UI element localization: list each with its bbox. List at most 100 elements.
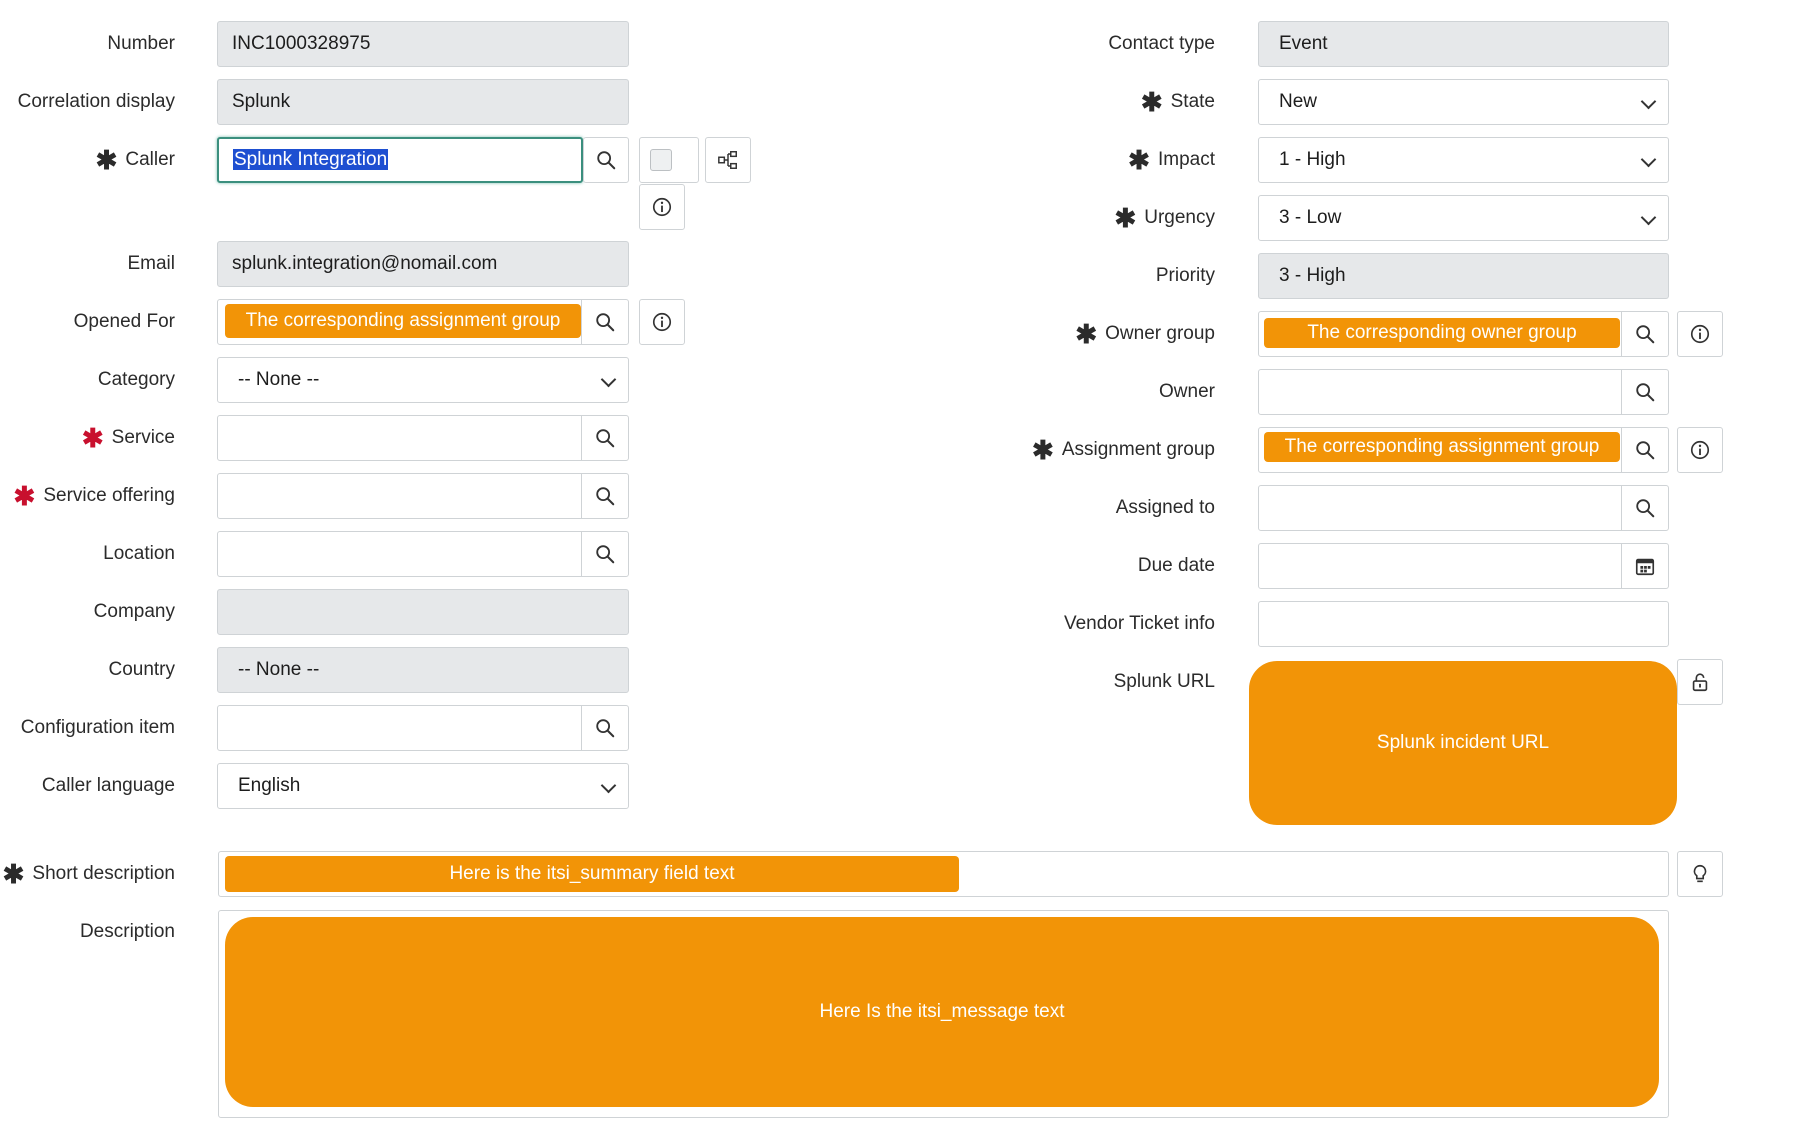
location-label: Location (103, 543, 175, 564)
search-icon (1634, 323, 1656, 345)
priority-field[interactable]: 3 - High (1258, 253, 1669, 299)
category-select[interactable]: -- None -- (217, 357, 629, 403)
info-icon (1689, 323, 1711, 345)
vendor-ticket-info-label: Vendor Ticket info (1063, 613, 1215, 634)
caller-input[interactable]: Splunk Integration (217, 137, 583, 183)
required-marker: ✱ (1128, 145, 1150, 175)
assigned-to-label: Assigned to (1115, 497, 1215, 518)
required-marker: ✱ (1075, 319, 1098, 349)
info-icon (651, 196, 673, 218)
caller-search-button[interactable] (583, 137, 629, 183)
opened-for-input[interactable]: The corresponding assignment group (217, 299, 629, 345)
required-marker: ✱ (1114, 203, 1137, 233)
required-marker: ✱ (2, 859, 25, 889)
required-marker: ✱ (13, 481, 36, 511)
description-textarea[interactable]: Here Is the itsi_message text (218, 910, 1669, 1118)
email-field[interactable]: splunk.integration@nomail.com (217, 241, 629, 287)
due-date-input[interactable] (1258, 543, 1669, 589)
urgency-label: ✱ Urgency (1114, 203, 1215, 233)
splunk-url-label: Splunk URL (1113, 671, 1215, 692)
company-field[interactable] (217, 589, 629, 635)
email-label: Email (127, 253, 175, 274)
chevron-down-icon (600, 371, 617, 388)
required-marker: ✱ (1032, 435, 1054, 465)
state-label: ✱ State (1140, 87, 1215, 117)
vendor-ticket-info-input[interactable] (1258, 601, 1669, 647)
service-search-button[interactable] (581, 416, 628, 460)
search-icon (1634, 497, 1656, 519)
required-marker: ✱ (1140, 87, 1163, 117)
info-icon (1689, 439, 1711, 461)
opened-for-label: Opened For (73, 311, 175, 332)
required-marker: ✱ (81, 423, 104, 453)
dependency-tree-button[interactable] (705, 137, 751, 183)
chevron-down-icon (600, 777, 617, 794)
due-date-calendar-button[interactable] (1621, 544, 1668, 588)
chevron-down-icon (1640, 93, 1657, 110)
short-description-label: ✱ Short description (2, 859, 175, 889)
chevron-down-icon (1640, 209, 1657, 226)
due-date-label: Due date (1137, 555, 1215, 576)
opened-for-value: The corresponding assignment group (225, 304, 581, 338)
owner-search-button[interactable] (1621, 370, 1668, 414)
caller-label: ✱ Caller (95, 145, 175, 175)
search-icon (595, 149, 617, 171)
service-input[interactable] (217, 415, 629, 461)
configuration-item-input[interactable] (217, 705, 629, 751)
service-offering-search-button[interactable] (581, 474, 628, 518)
lightbulb-icon (1689, 863, 1711, 885)
caller-info-button[interactable] (639, 184, 685, 230)
caller-language-select[interactable]: English (217, 763, 629, 809)
urgency-select[interactable]: 3 - Low (1258, 195, 1669, 241)
lock-icon (1689, 671, 1711, 693)
service-offering-label: ✱ Service offering (13, 481, 175, 511)
correlation-display-field[interactable]: Splunk (217, 79, 629, 125)
impact-select[interactable]: 1 - High (1258, 137, 1669, 183)
country-field[interactable]: -- None -- (217, 647, 629, 693)
assignment-group-info-button[interactable] (1677, 427, 1723, 473)
owner-label: Owner (1159, 381, 1215, 402)
owner-group-search-button[interactable] (1621, 312, 1668, 356)
assignment-group-value: The corresponding assignment group (1264, 432, 1620, 462)
search-icon (1634, 439, 1656, 461)
location-input[interactable] (217, 531, 629, 577)
correlation-display-label: Correlation display (17, 91, 175, 112)
contact-type-field[interactable]: Event (1258, 21, 1669, 67)
splunk-url-value[interactable]: Splunk incident URL (1249, 661, 1677, 825)
owner-group-value: The corresponding owner group (1264, 318, 1620, 348)
required-marker: ✱ (95, 145, 118, 175)
splunk-url-lock-button[interactable] (1677, 659, 1723, 705)
search-icon (1634, 381, 1656, 403)
short-description-input[interactable]: Here is the itsi_summary field text (218, 851, 1669, 897)
assigned-to-search-button[interactable] (1621, 486, 1668, 530)
company-label: Company (93, 601, 175, 622)
caller-checkbox-wrapper[interactable] (639, 137, 699, 183)
opened-for-info-button[interactable] (639, 299, 685, 345)
category-label: Category (97, 369, 175, 390)
owner-group-info-button[interactable] (1677, 311, 1723, 357)
number-field[interactable]: INC1000328975 (217, 21, 629, 67)
calendar-icon (1634, 555, 1656, 577)
configuration-item-search-button[interactable] (581, 706, 628, 750)
search-icon (594, 717, 616, 739)
opened-for-search-button[interactable] (581, 300, 628, 344)
tree-icon (717, 149, 739, 171)
service-label: ✱ Service (81, 423, 175, 453)
assigned-to-input[interactable] (1258, 485, 1669, 531)
search-icon (594, 485, 616, 507)
caller-checkbox[interactable] (650, 149, 672, 171)
impact-label: ✱ Impact (1128, 145, 1215, 175)
service-offering-input[interactable] (217, 473, 629, 519)
state-select[interactable]: New (1258, 79, 1669, 125)
short-description-suggestion-button[interactable] (1677, 851, 1723, 897)
owner-input[interactable] (1258, 369, 1669, 415)
location-search-button[interactable] (581, 532, 628, 576)
assignment-group-search-button[interactable] (1621, 428, 1668, 472)
assignment-group-input[interactable]: The corresponding assignment group (1258, 427, 1669, 473)
configuration-item-label: Configuration item (20, 717, 175, 738)
short-description-value: Here is the itsi_summary field text (225, 856, 959, 892)
number-label: Number (107, 33, 175, 54)
owner-group-input[interactable]: The corresponding owner group (1258, 311, 1669, 357)
search-icon (594, 543, 616, 565)
contact-type-label: Contact type (1108, 33, 1215, 54)
